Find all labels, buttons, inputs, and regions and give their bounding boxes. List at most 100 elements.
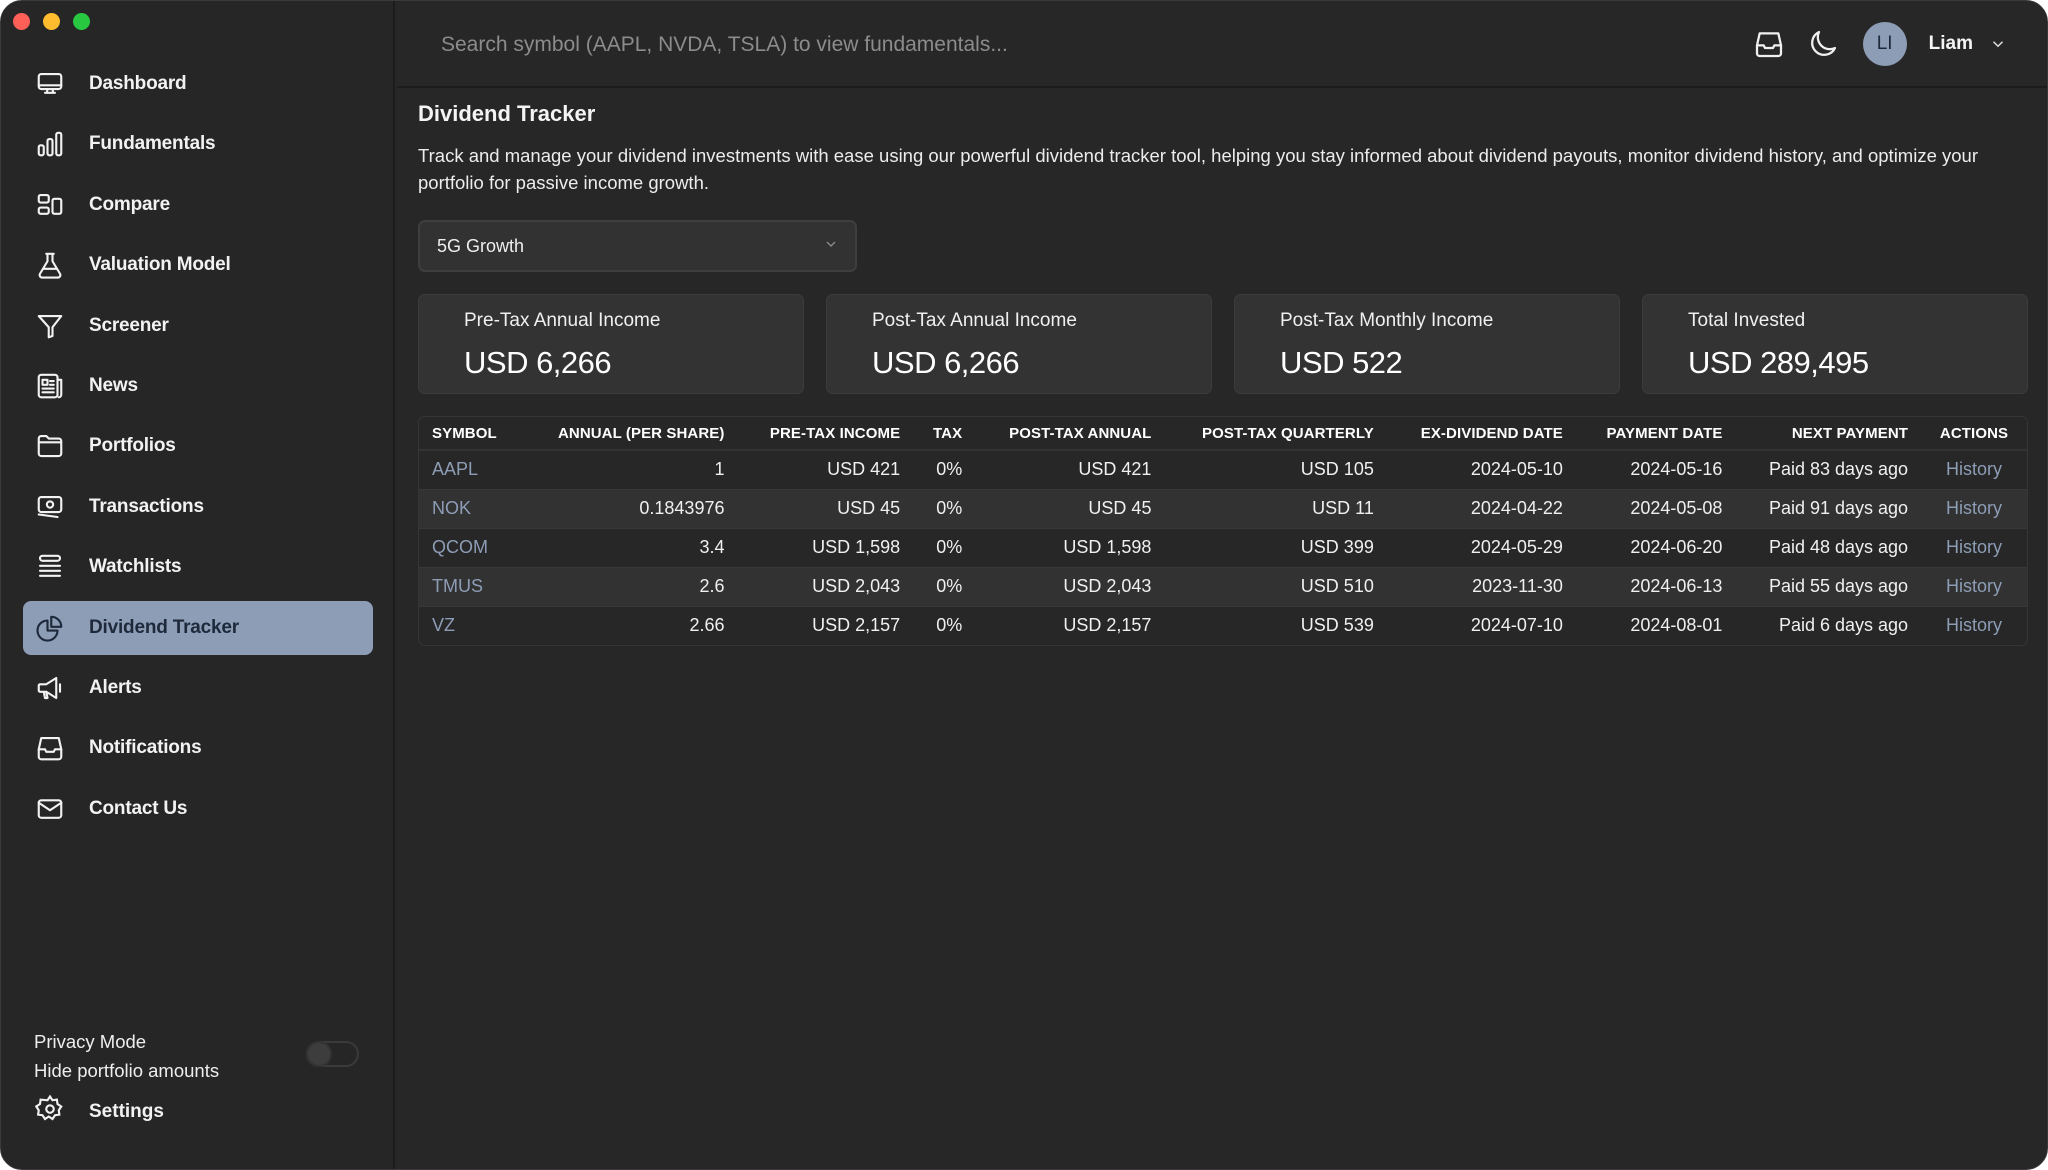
username[interactable]: Liam: [1929, 33, 1973, 55]
history-link[interactable]: History: [1921, 450, 2027, 490]
table-row: QCOM 3.4 USD 1,598 0% USD 1,598 USD 399 2024-0…: [419, 528, 2027, 568]
sidebar-item-portfolios[interactable]: Portfolios: [23, 419, 373, 473]
folder-icon: [35, 431, 65, 461]
table-row: AAPL 1 USD 421 0% USD 421 USD 105 2024-05-10 20…: [419, 450, 2027, 490]
history-link[interactable]: History: [1921, 489, 2027, 529]
sidebar-item-compare[interactable]: Compare: [23, 178, 373, 232]
next-payment: Paid 6 days ago: [1735, 606, 1922, 645]
ex-dividend-date: 2023-11-30: [1386, 567, 1576, 607]
sidebar-item-label: Screener: [89, 314, 169, 336]
card-value: USD 289,495: [1688, 345, 1869, 380]
history-link[interactable]: History: [1921, 567, 2027, 607]
history-link[interactable]: History: [1921, 528, 2027, 568]
inbox-icon: [35, 733, 65, 763]
settings-button[interactable]: Settings: [34, 1094, 164, 1129]
post-tax-annual: USD 2,043: [975, 567, 1165, 607]
sidebar-item-label: Valuation Model: [89, 254, 231, 276]
symbol-link[interactable]: NOK: [419, 489, 522, 529]
sidebar-item-alerts[interactable]: Alerts: [23, 661, 373, 715]
tax: 0%: [913, 567, 976, 607]
ex-dividend-date: 2024-05-10: [1386, 450, 1576, 490]
table-row: VZ 2.66 USD 2,157 0% USD 2,157 USD 539 2024-07…: [419, 606, 2027, 645]
inbox-icon[interactable]: [1753, 28, 1785, 60]
toggle-knob: [306, 1041, 332, 1067]
next-payment: Paid 55 days ago: [1735, 567, 1922, 607]
dividend-table: Symbol Annual (Per Share) Pre-Tax Income…: [418, 416, 2028, 646]
payment-date: 2024-06-20: [1575, 528, 1736, 568]
privacy-mode-toggle[interactable]: [306, 1041, 359, 1067]
sidebar: Dashboard Fundamentals Compare Valuation…: [1, 1, 395, 1169]
tax: 0%: [913, 528, 976, 568]
card-post-tax-annual-income: Post-Tax Annual Income USD 6,266: [826, 294, 1212, 394]
post-tax-quarterly: USD 105: [1164, 450, 1387, 490]
pre-tax-income: USD 2,043: [737, 567, 914, 607]
symbol-link[interactable]: VZ: [419, 606, 522, 645]
summary-cards: Pre-Tax Annual Income USD 6,266 Post-Tax…: [418, 294, 2028, 394]
col-next-payment[interactable]: Next Payment: [1735, 417, 1922, 451]
card-total-invested: Total Invested USD 289,495: [1642, 294, 2028, 394]
sidebar-item-label: Notifications: [89, 737, 202, 759]
sidebar-item-dashboard[interactable]: Dashboard: [23, 57, 373, 111]
minimize-window-button[interactable]: [43, 13, 60, 30]
col-post-tax-quarterly[interactable]: Post-Tax Quarterly: [1164, 417, 1387, 451]
tax: 0%: [913, 489, 976, 529]
sidebar-item-label: Transactions: [89, 495, 204, 517]
table-header-row: Symbol Annual (Per Share) Pre-Tax Income…: [419, 417, 2027, 451]
page-title: Dividend Tracker: [418, 101, 596, 126]
annual-per-share: 2.66: [521, 606, 738, 645]
tax: 0%: [913, 606, 976, 645]
card-value: USD 522: [1280, 345, 1403, 380]
payment-date: 2024-05-16: [1575, 450, 1736, 490]
col-post-tax-annual[interactable]: Post-Tax Annual: [975, 417, 1165, 451]
card-label: Total Invested: [1688, 310, 1806, 331]
next-payment: Paid 91 days ago: [1735, 489, 1922, 529]
post-tax-quarterly: USD 510: [1164, 567, 1387, 607]
list-stack-icon: [35, 552, 65, 582]
close-window-button[interactable]: [13, 13, 30, 30]
sidebar-item-screener[interactable]: Screener: [23, 299, 373, 353]
portfolio-select[interactable]: 5G Growth: [418, 220, 857, 272]
window-controls: [13, 13, 90, 30]
sidebar-item-watchlists[interactable]: Watchlists: [23, 540, 373, 594]
page-description: Track and manage your dividend investmen…: [418, 145, 1978, 193]
history-link[interactable]: History: [1921, 606, 2027, 645]
app-window: Dashboard Fundamentals Compare Valuation…: [0, 0, 2048, 1170]
payment-date: 2024-08-01: [1575, 606, 1736, 645]
col-payment-date[interactable]: Payment Date: [1575, 417, 1736, 451]
sidebar-item-transactions[interactable]: Transactions: [23, 480, 373, 534]
moon-icon[interactable]: [1807, 28, 1839, 60]
avatar[interactable]: LI: [1862, 22, 1907, 66]
card-value: USD 6,266: [872, 345, 1020, 380]
chevron-down-icon[interactable]: [1989, 35, 2007, 53]
maximize-window-button[interactable]: [73, 13, 90, 30]
col-ex-dividend-date[interactable]: Ex-Dividend Date: [1386, 417, 1576, 451]
post-tax-quarterly: USD 399: [1164, 528, 1387, 568]
sidebar-item-news[interactable]: News: [23, 359, 373, 413]
col-pre-tax-income[interactable]: Pre-Tax Income: [737, 417, 914, 451]
symbol-link[interactable]: TMUS: [419, 567, 522, 607]
sidebar-item-label: News: [89, 374, 138, 396]
megaphone-icon: [35, 673, 65, 703]
col-tax[interactable]: Tax: [913, 417, 976, 451]
sidebar-item-valuation-model[interactable]: Valuation Model: [23, 238, 373, 292]
search-input[interactable]: [441, 25, 1341, 65]
annual-per-share: 2.6: [521, 567, 738, 607]
sidebar-item-dividend-tracker[interactable]: Dividend Tracker: [23, 600, 373, 655]
symbol-link[interactable]: AAPL: [419, 450, 522, 490]
col-annual-per-share[interactable]: Annual (Per Share): [521, 417, 738, 451]
col-symbol[interactable]: Symbol: [419, 417, 522, 451]
settings-label: Settings: [89, 1100, 164, 1122]
payment-date: 2024-05-08: [1575, 489, 1736, 529]
sidebar-item-notifications[interactable]: Notifications: [23, 721, 373, 775]
sidebar-item-fundamentals[interactable]: Fundamentals: [23, 117, 373, 171]
card-label: Post-Tax Monthly Income: [1280, 310, 1494, 331]
payment-date: 2024-06-13: [1575, 567, 1736, 607]
table-row: TMUS 2.6 USD 2,043 0% USD 2,043 USD 510 2023-1…: [419, 567, 2027, 607]
ex-dividend-date: 2024-07-10: [1386, 606, 1576, 645]
sidebar-item-contact-us[interactable]: Contact Us: [23, 782, 373, 836]
pre-tax-income: USD 421: [737, 450, 914, 490]
portfolio-select-value: 5G Growth: [437, 235, 525, 256]
tax: 0%: [913, 450, 976, 490]
symbol-link[interactable]: QCOM: [419, 528, 522, 568]
pre-tax-income: USD 2,157: [737, 606, 914, 645]
